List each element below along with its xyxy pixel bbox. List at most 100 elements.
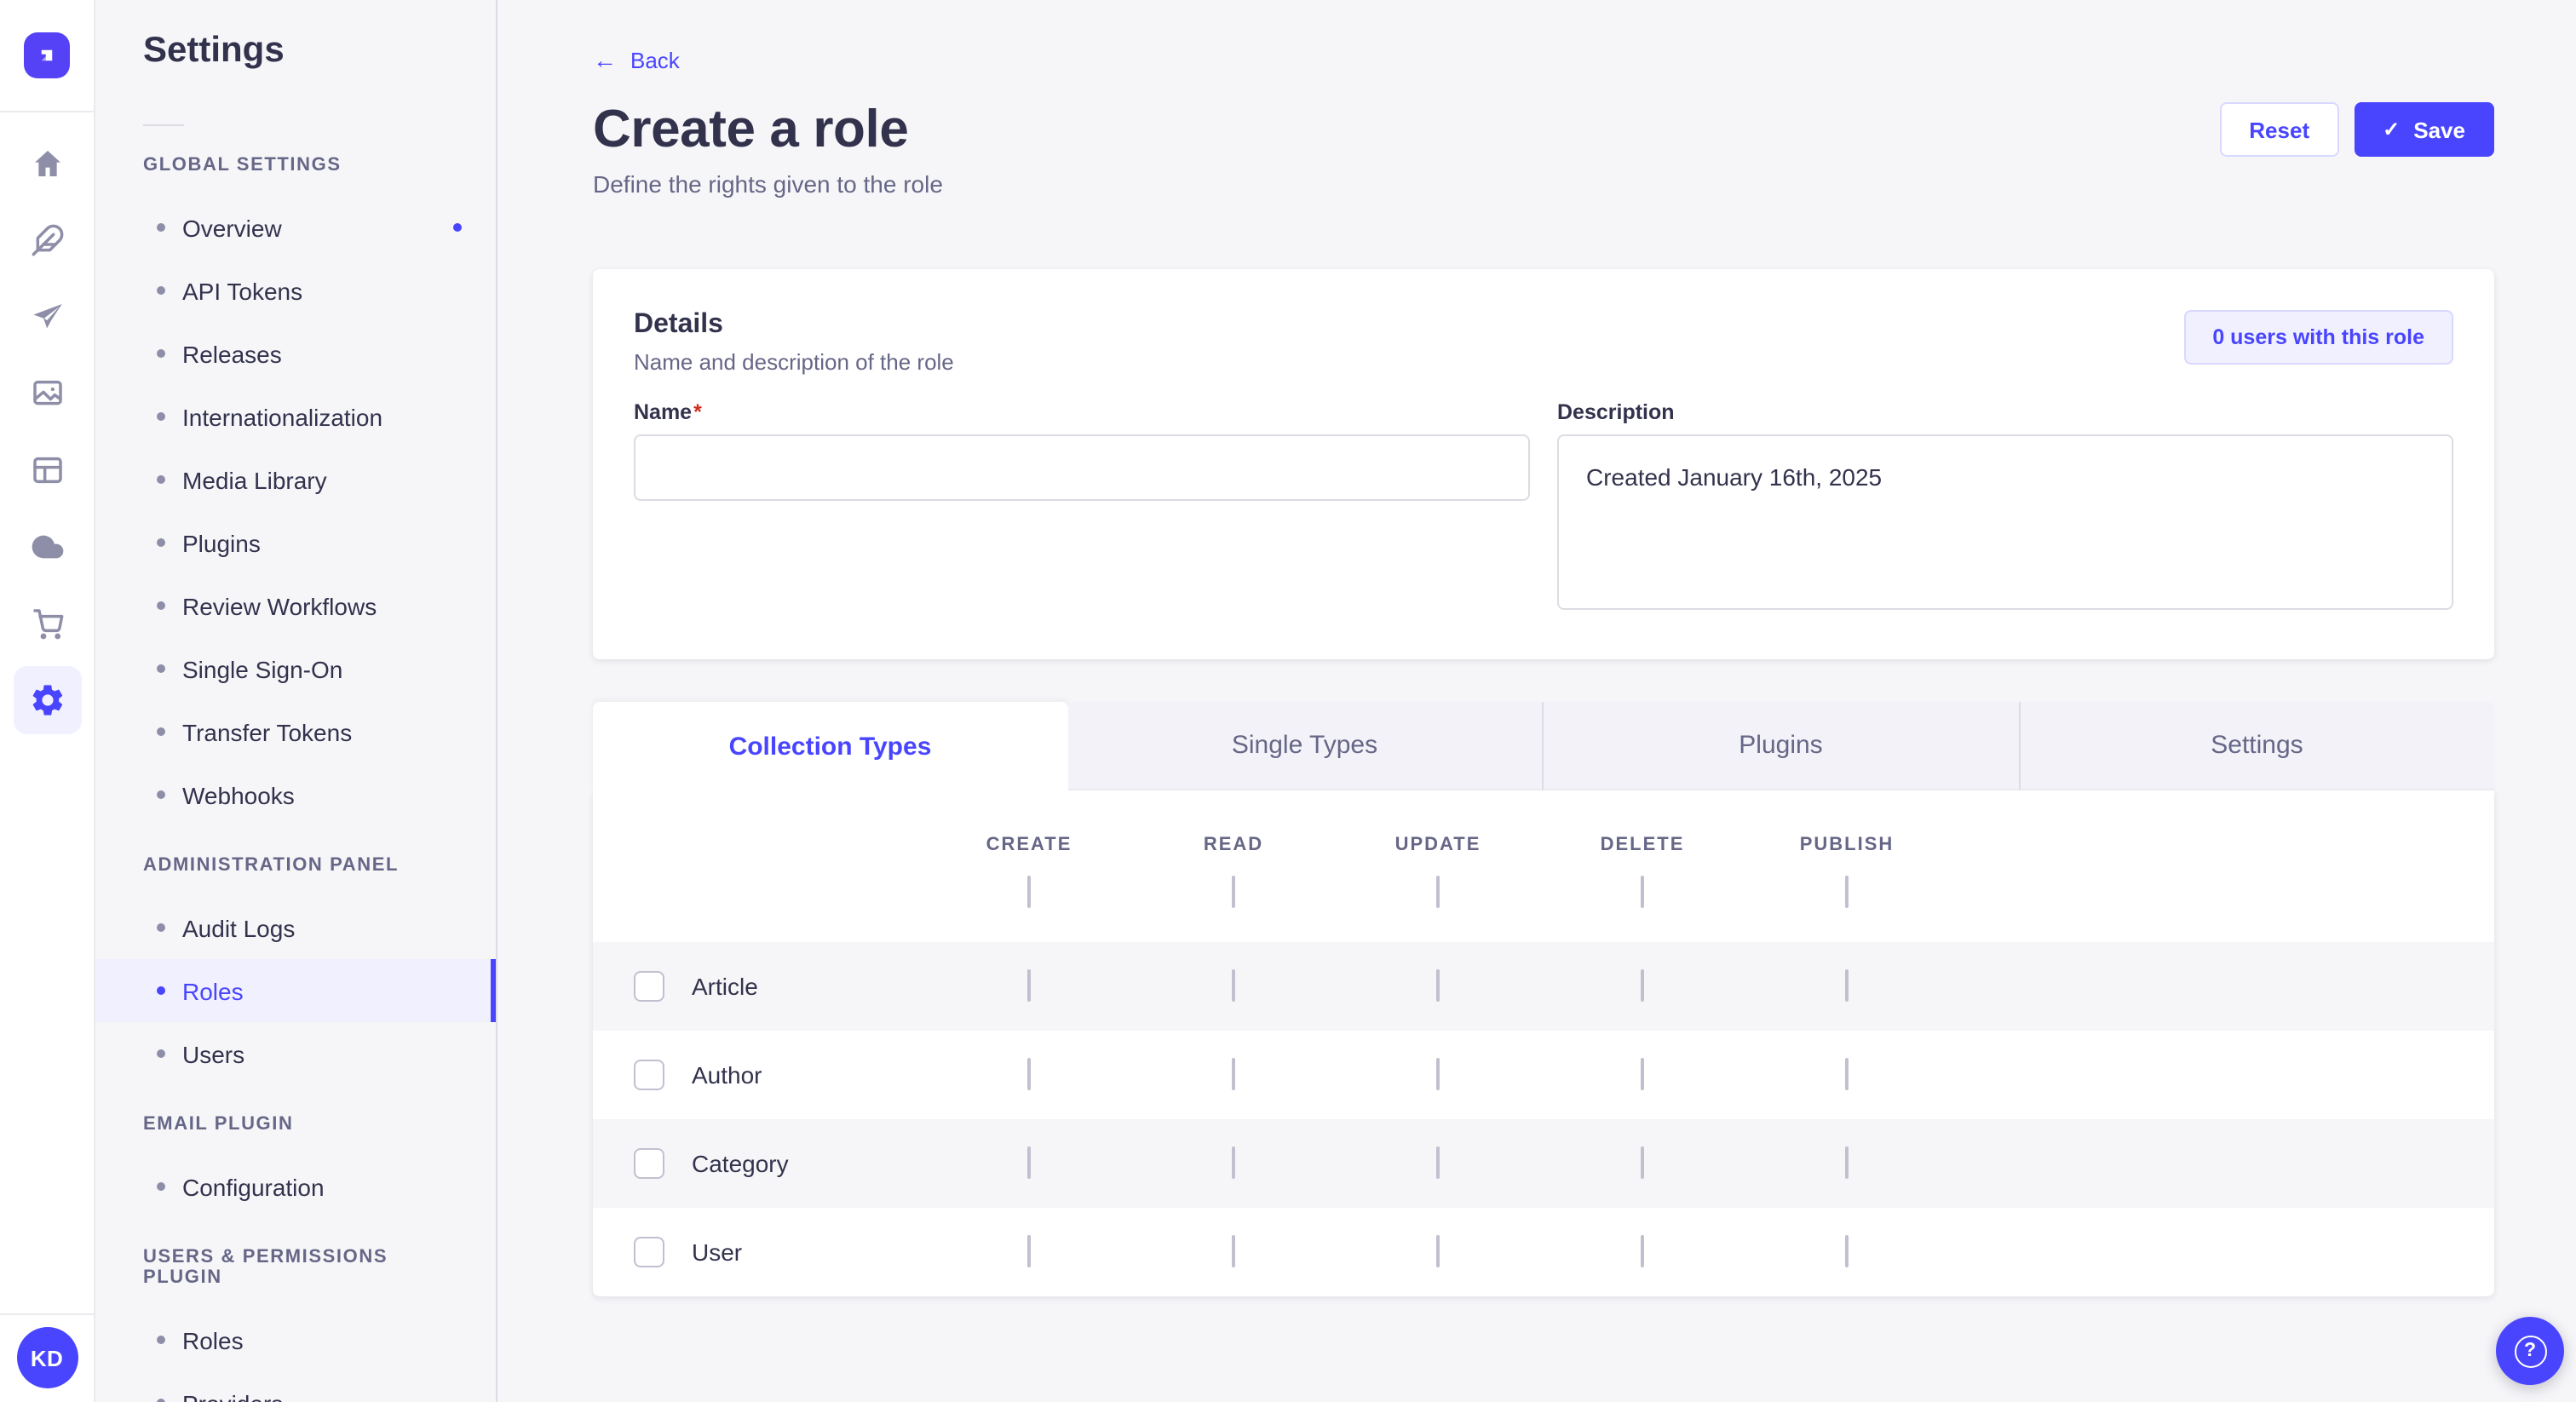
name-input[interactable] [634, 434, 1530, 501]
help-button[interactable]: ? [2496, 1317, 2564, 1385]
row-label: Author [692, 1061, 762, 1089]
sidebar-item-webhooks[interactable]: Webhooks [95, 763, 496, 826]
column-header-publish: PUBLISH [1800, 835, 1895, 855]
permission-checkbox-user-publish[interactable] [1845, 1235, 1849, 1267]
permission-checkbox-user-update[interactable] [1436, 1235, 1440, 1267]
permission-checkbox-category-update[interactable] [1436, 1146, 1440, 1179]
permission-checkbox-category-publish[interactable] [1845, 1146, 1849, 1179]
gear-icon[interactable] [13, 666, 81, 734]
sidebar-item-roles-up[interactable]: Roles [95, 1308, 496, 1371]
main-content: ← Back Create a role Reset ✓ Save Define… [497, 0, 2576, 1402]
feather-icon[interactable] [13, 206, 81, 274]
users-with-role-button[interactable]: 0 users with this role [2183, 310, 2453, 365]
permission-checkbox-category-read[interactable] [1232, 1146, 1235, 1179]
permission-checkbox-article-delete[interactable] [1641, 969, 1644, 1002]
permission-checkbox-user-delete[interactable] [1641, 1235, 1644, 1267]
sidebar-item-plugins[interactable]: Plugins [95, 511, 496, 574]
bullet-icon [157, 1336, 165, 1344]
permission-checkbox-category-create[interactable] [1027, 1146, 1031, 1179]
row-checkbox[interactable] [634, 1060, 664, 1090]
select-all-read-checkbox[interactable] [1232, 876, 1235, 908]
row-checkbox[interactable] [634, 1237, 664, 1267]
permission-checkbox-article-update[interactable] [1436, 969, 1440, 1002]
permission-checkbox-article-read[interactable] [1232, 969, 1235, 1002]
sidebar-item-configuration[interactable]: Configuration [95, 1155, 496, 1218]
sidebar-item-internationalization[interactable]: Internationalization [95, 385, 496, 448]
sidebar-item-users[interactable]: Users [95, 1022, 496, 1085]
sidebar-item-transfer-tokens[interactable]: Transfer Tokens [95, 700, 496, 763]
permission-checkbox-category-delete[interactable] [1641, 1146, 1644, 1179]
back-arrow-icon: ← [593, 48, 617, 72]
section-label-administration-panel: ADMINISTRATION PANEL [143, 855, 448, 876]
tab-collection-types[interactable]: Collection Types [593, 702, 1067, 790]
rail-icon-list [13, 112, 81, 1313]
sidebar-title-divider [143, 124, 184, 126]
permission-checkbox-author-update[interactable] [1436, 1058, 1440, 1090]
sidebar-item-providers[interactable]: Providers [95, 1371, 496, 1402]
tab-single-types[interactable]: Single Types [1067, 702, 1544, 790]
sidebar-item-audit-logs[interactable]: Audit Logs [95, 896, 496, 959]
permission-checkbox-user-create[interactable] [1027, 1235, 1031, 1267]
table-row-category: Category [593, 1119, 2494, 1208]
details-card: Details Name and description of the role… [593, 269, 2494, 659]
permission-checkbox-article-publish[interactable] [1845, 969, 1849, 1002]
sidebar-item-single-sign-on[interactable]: Single Sign-On [95, 637, 496, 700]
sidebar-item-releases[interactable]: Releases [95, 322, 496, 385]
strapi-logo-icon [34, 43, 60, 68]
description-textarea[interactable]: Created January 16th, 2025 [1557, 434, 2453, 610]
column-header-create: CREATE [986, 835, 1072, 855]
bullet-icon [157, 538, 165, 547]
sidebar-item-media-library[interactable]: Media Library [95, 448, 496, 511]
permission-checkbox-author-create[interactable] [1027, 1058, 1031, 1090]
select-all-publish-checkbox[interactable] [1845, 876, 1849, 908]
table-row-author: Author [593, 1031, 2494, 1119]
home-icon[interactable] [13, 129, 81, 198]
bullet-icon [157, 986, 165, 995]
column-header-update: UPDATE [1395, 835, 1481, 855]
bullet-icon [157, 1049, 165, 1058]
column-header-delete: DELETE [1601, 835, 1685, 855]
cloud-icon[interactable] [13, 513, 81, 581]
permission-checkbox-user-read[interactable] [1232, 1235, 1235, 1267]
check-icon: ✓ [2383, 118, 2400, 141]
media-library-icon[interactable] [13, 359, 81, 428]
select-all-update-checkbox[interactable] [1436, 876, 1440, 908]
permissions-section: Collection Types Single Types Plugins Se… [593, 702, 2494, 1296]
permission-checkbox-author-publish[interactable] [1845, 1058, 1849, 1090]
row-checkbox[interactable] [634, 971, 664, 1002]
strapi-logo[interactable] [24, 32, 70, 78]
sidebar-item-roles-admin[interactable]: Roles [95, 959, 496, 1022]
save-button[interactable]: ✓ Save [2354, 102, 2494, 157]
bullet-icon [157, 790, 165, 799]
paper-plane-icon[interactable] [13, 283, 81, 351]
permissions-table: CREATE READ UPDATE DELETE PUBLISH Articl… [593, 790, 2494, 1296]
row-checkbox[interactable] [634, 1148, 664, 1179]
sidebar-item-overview[interactable]: Overview [95, 196, 496, 259]
reset-button[interactable]: Reset [2220, 102, 2338, 157]
permission-checkbox-author-delete[interactable] [1641, 1058, 1644, 1090]
select-all-delete-checkbox[interactable] [1641, 876, 1644, 908]
page-subtitle: Define the rights given to the role [593, 170, 2494, 198]
bullet-icon [157, 601, 165, 610]
logo-section [0, 0, 95, 112]
row-label: Category [692, 1150, 789, 1177]
user-avatar[interactable]: KD [16, 1327, 78, 1388]
back-link[interactable]: ← Back [593, 47, 680, 72]
bullet-icon [157, 475, 165, 484]
layout-icon[interactable] [13, 436, 81, 504]
bullet-icon [157, 923, 165, 932]
sidebar-item-review-workflows[interactable]: Review Workflows [95, 574, 496, 637]
details-title: Details [634, 310, 954, 341]
details-subtitle: Name and description of the role [634, 349, 954, 375]
tab-plugins[interactable]: Plugins [1544, 702, 2020, 790]
sidebar-item-api-tokens[interactable]: API Tokens [95, 259, 496, 322]
section-label-users-permissions-plugin: USERS & PERMISSIONS PLUGIN [143, 1247, 448, 1288]
table-row-article: Article [593, 942, 2494, 1031]
row-label: User [692, 1238, 742, 1266]
permission-checkbox-author-read[interactable] [1232, 1058, 1235, 1090]
permission-checkbox-article-create[interactable] [1027, 969, 1031, 1002]
select-all-create-checkbox[interactable] [1027, 876, 1031, 908]
tab-settings[interactable]: Settings [2020, 702, 2494, 790]
cart-icon[interactable] [13, 589, 81, 658]
bullet-icon [157, 1182, 165, 1191]
